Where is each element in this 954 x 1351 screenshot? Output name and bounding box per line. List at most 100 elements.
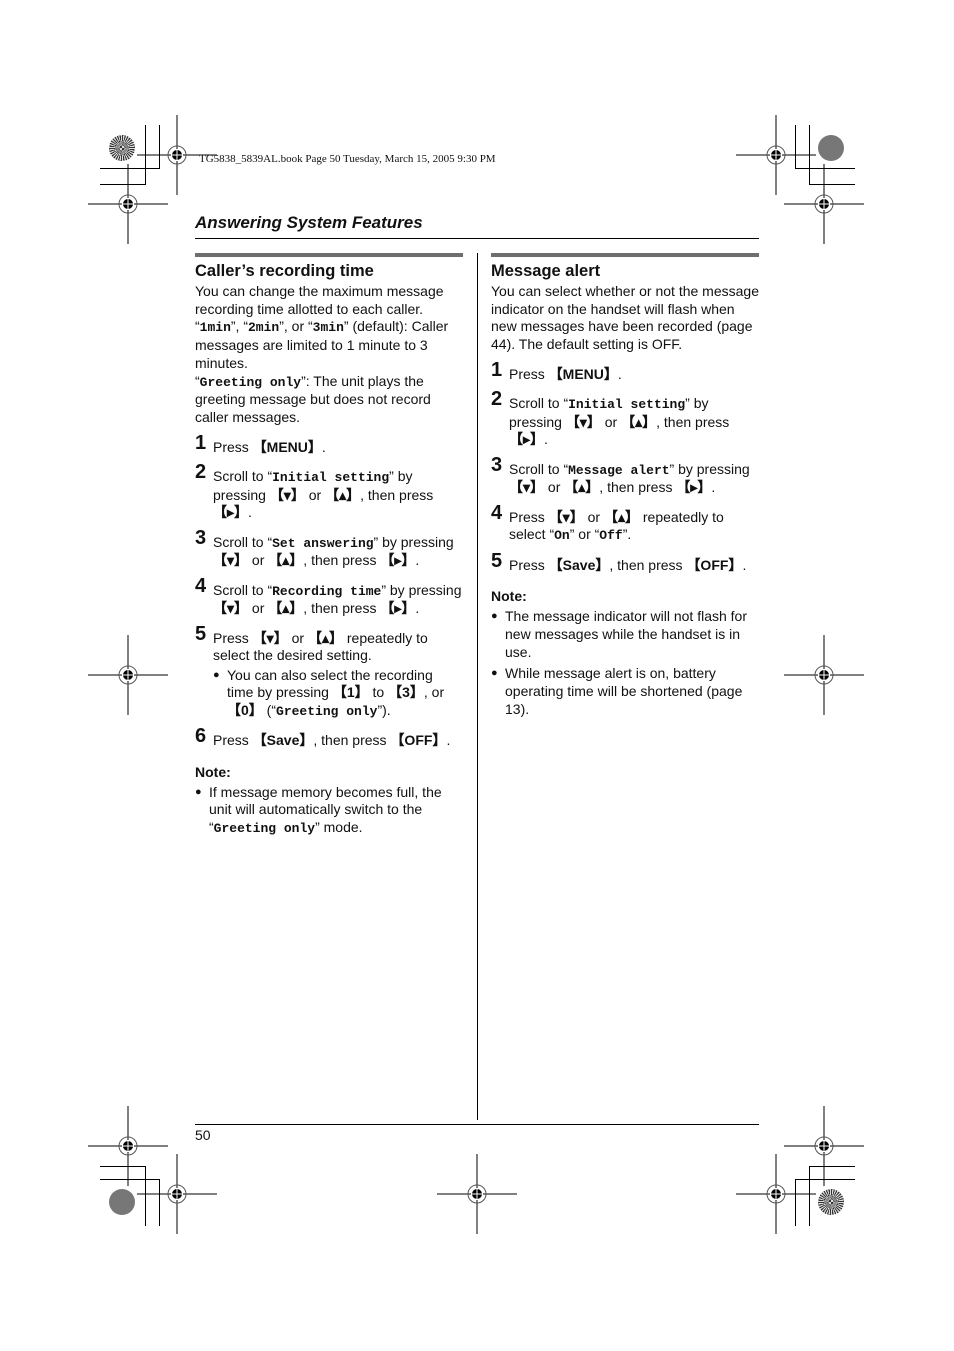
up-key: 【▴】	[603, 508, 639, 525]
step-number: 3	[491, 453, 503, 476]
bullet-icon: ●	[491, 667, 498, 680]
key-1: 【1】	[332, 684, 369, 701]
up-key: 【▴】	[268, 552, 304, 569]
menu-key: 【MENU】	[548, 365, 618, 382]
note-text: The message indicator will not flash for…	[505, 608, 747, 660]
step: 5 Press 【Save】, then press 【OFF】.	[491, 551, 759, 575]
off-key: 【OFF】	[686, 556, 743, 573]
off-key: 【OFF】	[390, 732, 447, 749]
menu-item-name: Initial setting	[568, 397, 686, 413]
section-heading: Message alert	[491, 262, 601, 280]
bullet-icon: ●	[195, 785, 202, 798]
bullet-icon: ●	[491, 610, 498, 623]
up-key: 【▴】	[621, 413, 657, 430]
step-text: Scroll to “	[509, 395, 569, 412]
step-text: Scroll to “	[213, 533, 273, 550]
menu-item-name: Greeting only	[213, 821, 316, 837]
step-text: , then press	[303, 600, 381, 617]
option-greeting-only: Greeting only	[199, 374, 302, 390]
step-text: Press	[213, 438, 253, 455]
down-key: 【▾】	[252, 629, 288, 646]
step-text: , then press	[360, 486, 434, 503]
menu-item-name: Message alert	[568, 462, 670, 478]
step-text: Scroll to “	[213, 468, 273, 485]
step: 2 Scroll to “Initial setting” by pressin…	[491, 390, 759, 449]
intro-text: You can change the maximum message recor…	[195, 283, 449, 425]
left-column: Caller’s recording time You can change t…	[195, 253, 463, 838]
sub-bullet: ● You can also select the recording time…	[213, 667, 463, 721]
column-divider	[477, 253, 478, 1120]
step-text: ”).	[377, 701, 391, 718]
registration-target-icon	[784, 635, 864, 715]
note-item: ● The message indicator will not flash f…	[491, 608, 759, 661]
down-key: 【▾】	[565, 413, 601, 430]
note-item: ● While message alert is on, battery ope…	[491, 665, 759, 718]
step: 2 Scroll to “Initial setting” by pressin…	[195, 462, 463, 522]
option-2min: 2min	[248, 320, 280, 336]
note-item: ● If message memory becomes full, the un…	[195, 784, 463, 838]
step-text: or	[287, 629, 308, 646]
step-text: ” by pressing	[373, 533, 454, 550]
step-text: or	[304, 486, 326, 503]
step-text: .	[742, 556, 747, 573]
starburst-disc-icon	[109, 135, 135, 161]
step-number: 1	[491, 358, 503, 381]
option-3min: 3min	[312, 320, 344, 336]
step-number: 4	[491, 501, 503, 524]
step: 3 Scroll to “Set answering” by pressing …	[195, 528, 463, 570]
menu-item-name: Initial setting	[272, 470, 390, 486]
section-bar	[195, 253, 463, 257]
registration-target-icon	[736, 1154, 816, 1234]
option-off: Off	[599, 528, 623, 544]
down-key: 【▾】	[548, 508, 584, 525]
step-text: or	[583, 508, 604, 525]
step-number: 5	[195, 622, 207, 645]
step-text: Press	[213, 629, 253, 646]
step-text: .	[415, 600, 420, 617]
step-text: , then press	[656, 413, 730, 430]
down-key: 【▾】	[509, 479, 545, 496]
section-bar	[491, 253, 759, 257]
key-3: 【3】	[388, 684, 424, 701]
right-column: Message alert You can select whether or …	[491, 253, 759, 719]
registration-target-icon	[137, 1154, 217, 1234]
option-on: On	[554, 528, 570, 544]
step-text: or	[248, 552, 269, 569]
step-number: 5	[491, 549, 503, 572]
menu-item-name: Recording time	[272, 583, 382, 599]
save-key: 【Save】	[548, 556, 610, 573]
step-text: or	[544, 479, 565, 496]
right-key: 【▸】	[380, 600, 416, 617]
save-key: 【Save】	[252, 732, 314, 749]
up-key: 【▴】	[307, 629, 343, 646]
registration-target-icon	[784, 164, 864, 244]
step: 4 Press 【▾】 or 【▴】 repeatedly to select …	[491, 503, 759, 545]
step: 3 Scroll to “Message alert” by pressing …	[491, 455, 759, 497]
step-text: Press	[509, 556, 549, 573]
step-text: .	[544, 431, 548, 448]
step-text: , or	[423, 684, 445, 701]
step-number: 6	[195, 725, 207, 748]
note-text: While message alert is on, battery opera…	[505, 665, 743, 717]
step-text: .	[321, 438, 326, 455]
section-title: Answering System Features	[195, 213, 423, 232]
step-text: or	[248, 600, 269, 617]
starburst-disc-icon	[818, 1189, 844, 1215]
step-text: .	[415, 552, 420, 569]
step-text: Press	[213, 732, 253, 749]
footer-rule	[195, 1124, 759, 1125]
right-key: 【▸】	[213, 504, 249, 521]
up-key: 【▴】	[268, 600, 304, 617]
step-text: ”.	[622, 526, 632, 543]
menu-item-name: Greeting only	[276, 703, 378, 719]
note-label: Note:	[195, 763, 231, 780]
step-text: Scroll to “	[509, 460, 569, 477]
step-number: 3	[195, 526, 207, 549]
key-0: 【0】	[227, 701, 263, 718]
step-text: Scroll to “	[213, 581, 273, 598]
menu-item-name: Set answering	[272, 535, 374, 551]
step: 1 Press 【MENU】.	[491, 360, 759, 384]
right-key: 【▸】	[509, 431, 545, 448]
step-text: .	[446, 732, 451, 749]
step-number: 2	[491, 388, 503, 411]
